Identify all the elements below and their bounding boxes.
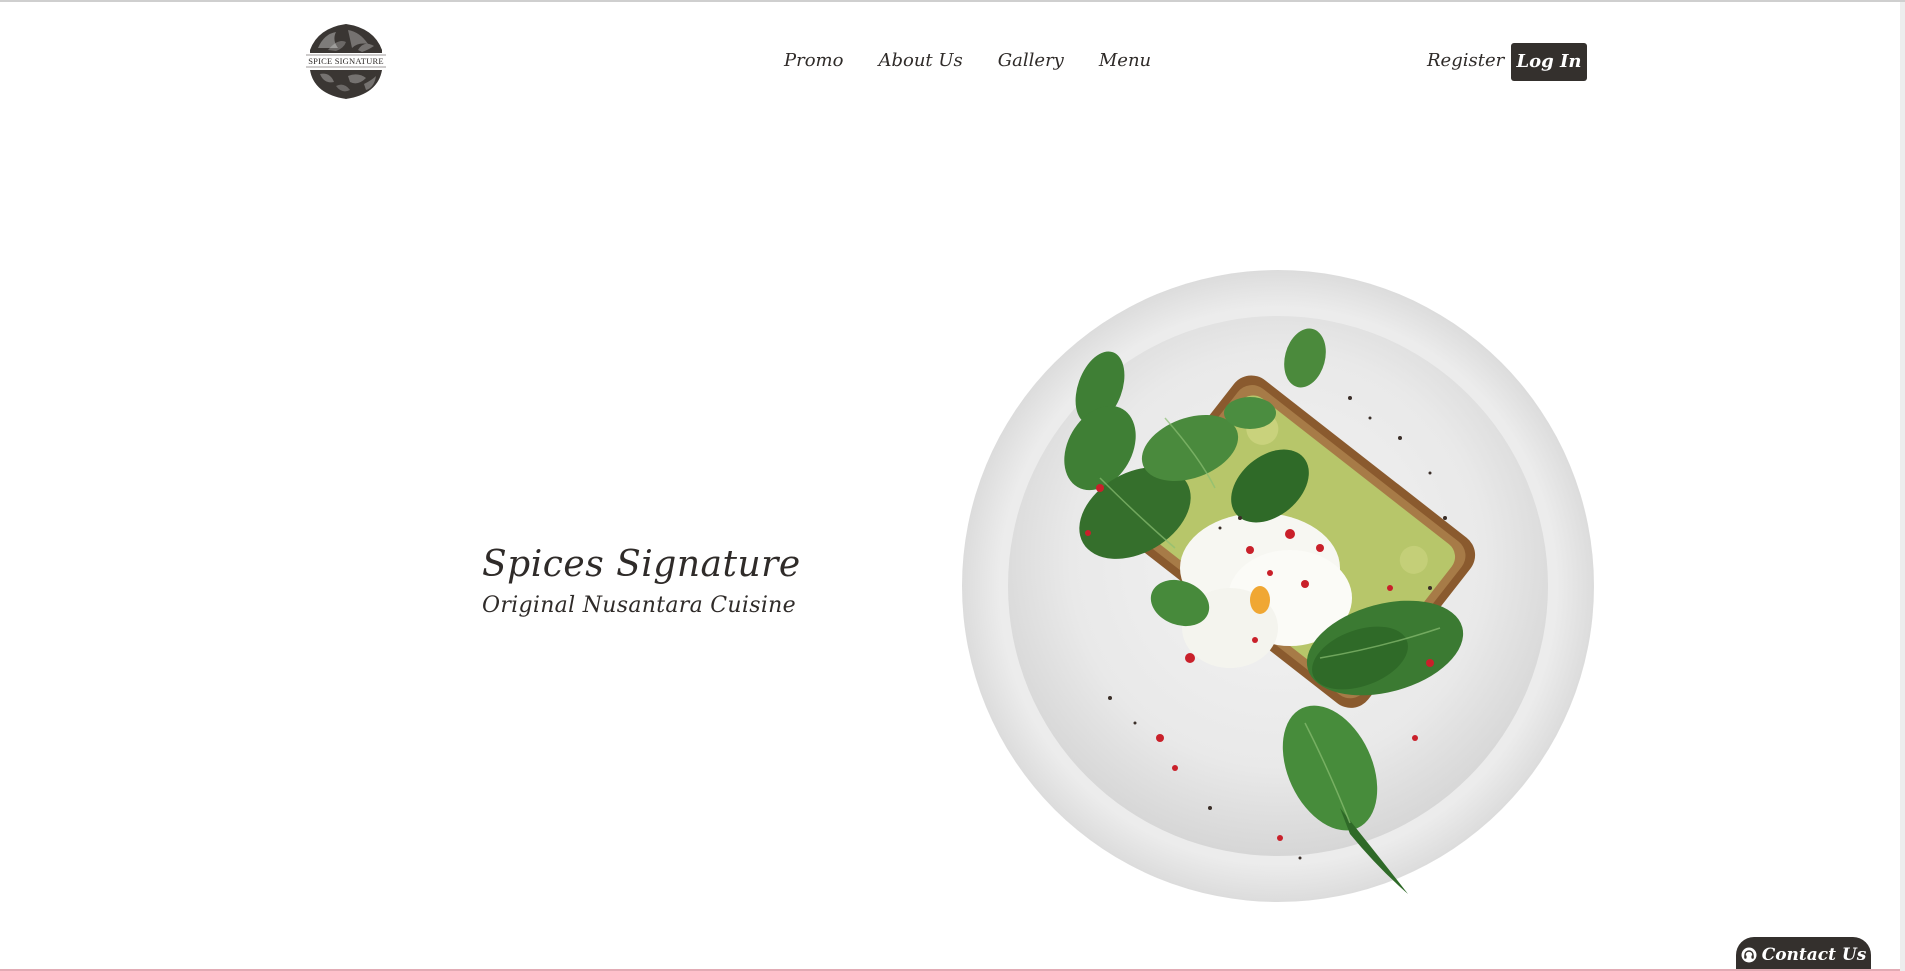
contact-us-button[interactable]: Contact Us <box>1736 937 1871 971</box>
nav-item-menu[interactable]: Menu <box>1099 48 1151 74</box>
page: SPICE SIGNATURE Promo About Us Gallery M… <box>0 0 1905 971</box>
contact-us-label: Contact Us <box>1761 945 1867 965</box>
login-button[interactable]: Log In <box>1511 43 1587 81</box>
register-link[interactable]: Register <box>1427 48 1504 74</box>
main-nav: Promo About Us Gallery Menu <box>784 48 1186 74</box>
hero-title: Spices Signature <box>482 544 801 585</box>
nav-item-about-us[interactable]: About Us <box>878 48 962 74</box>
nav-item-gallery[interactable]: Gallery <box>998 48 1064 74</box>
scrollbar-track[interactable] <box>1900 2 1905 971</box>
brand-logo[interactable]: SPICE SIGNATURE <box>298 20 394 102</box>
logo-emblem-icon: SPICE SIGNATURE <box>306 24 386 99</box>
hero-dish-image <box>960 268 1596 904</box>
hero-subtitle: Original Nusantara Cuisine <box>482 593 796 618</box>
headset-icon <box>1741 947 1757 963</box>
logo-text: SPICE SIGNATURE <box>308 56 384 66</box>
nav-item-promo[interactable]: Promo <box>784 48 843 74</box>
